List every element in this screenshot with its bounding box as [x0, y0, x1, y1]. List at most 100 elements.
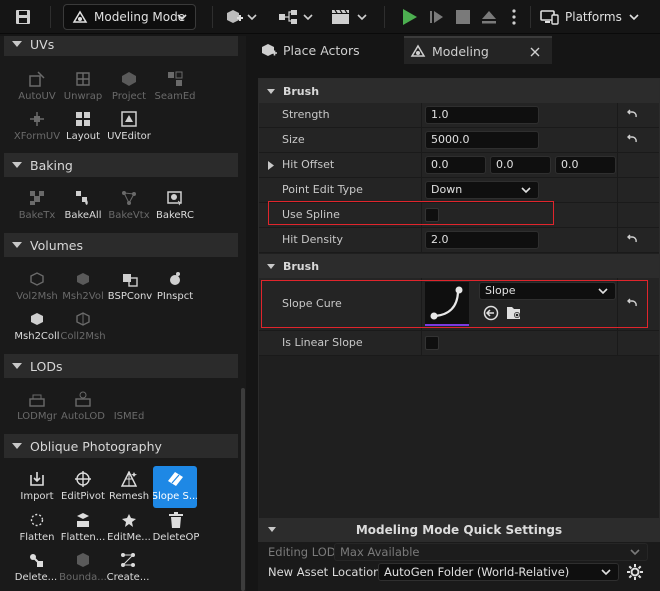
reset-icon[interactable] [626, 234, 638, 246]
tool-bspconv[interactable]: BSPConv [104, 268, 156, 308]
reset-icon[interactable] [626, 109, 638, 121]
slope-curve-dropdown[interactable]: Slope [479, 282, 616, 300]
category-oblique-photography[interactable]: Oblique Photography [4, 434, 238, 458]
editing-lod-dropdown[interactable]: Max Available [334, 543, 648, 561]
tool-remesh[interactable]: Remesh [106, 468, 152, 508]
tool-pinspct[interactable]: PInspct [152, 268, 198, 308]
hit-offset-z-input[interactable]: 0.0 [555, 156, 616, 174]
size-input[interactable]: 5000.0 [425, 131, 539, 149]
tool-autolod[interactable]: AutoLOD [60, 388, 106, 428]
tool-project[interactable]: Project [106, 68, 152, 108]
tool-label: Msh2Vol [62, 291, 104, 302]
tool-editpivot[interactable]: EditPivot [58, 468, 108, 508]
section-brush[interactable]: Brush [259, 79, 659, 103]
row-strength: Strength 1.0 [259, 103, 659, 128]
tool-bakeall[interactable]: BakeAll [60, 187, 106, 227]
browse-asset-icon[interactable] [506, 305, 522, 321]
category-baking[interactable]: Baking [4, 153, 238, 177]
property-label: Hit Offset [282, 158, 335, 171]
tool-boundary[interactable]: Bounda... [58, 549, 108, 589]
tool-label: DeleteOP [152, 532, 200, 543]
new-asset-location-dropdown[interactable]: AutoGen Folder (World-Relative) [378, 563, 619, 581]
quick-settings-header[interactable]: Modeling Mode Quick Settings [258, 518, 660, 542]
tool-bakevtx[interactable]: BakeVtx [106, 187, 152, 227]
category-volumes[interactable]: Volumes [4, 233, 238, 257]
tool-msh2vol[interactable]: Msh2Vol [58, 268, 108, 308]
tab-place-actors[interactable]: Place Actors [258, 36, 396, 64]
expand-arrow-icon[interactable] [268, 161, 274, 170]
category-label: LODs [30, 358, 63, 374]
tool-ismed[interactable]: ISMEd [106, 388, 152, 428]
tool-layout[interactable]: Layout [60, 108, 106, 148]
curve-thumbnail[interactable] [425, 282, 469, 326]
point-edit-type-dropdown[interactable]: Down [425, 181, 539, 199]
tool-editmesh[interactable]: EditMe... [106, 509, 152, 549]
tool-import[interactable]: Import [14, 468, 60, 508]
tool-flatten[interactable]: Flatten [14, 509, 60, 549]
tool-lodmgr[interactable]: LODMgr [14, 388, 60, 428]
platforms-button[interactable]: Platforms [540, 4, 656, 30]
tool-unwrap[interactable]: Unwrap [60, 68, 106, 108]
property-label: Strength [282, 108, 330, 121]
tool-baketx[interactable]: BakeTx [14, 187, 60, 227]
hit-density-input[interactable]: 2.0 [425, 231, 539, 249]
section-brush-2[interactable]: Brush [259, 254, 659, 278]
tool-xformuv[interactable]: XFormUV [12, 108, 62, 148]
autouv-icon [28, 70, 46, 88]
more-options-icon[interactable] [506, 7, 522, 27]
property-label: Size [282, 133, 305, 146]
row-hit-offset: Hit Offset 0.0 0.0 0.0 [259, 153, 659, 178]
skip-icon[interactable] [426, 7, 448, 27]
bake-vertex-icon [120, 189, 138, 207]
unwrap-icon [74, 70, 92, 88]
separator [212, 6, 213, 28]
tool-uveditor[interactable]: UVEditor [104, 108, 154, 148]
category-uvs[interactable]: UVs [4, 36, 238, 56]
edit-mesh-icon [120, 511, 138, 529]
tab-label: Place Actors [283, 42, 360, 58]
add-actor-button[interactable] [222, 6, 260, 28]
hit-offset-y-input[interactable]: 0.0 [490, 156, 551, 174]
tab-modeling[interactable]: Modeling [404, 36, 552, 64]
physics-inspect-icon [166, 270, 184, 288]
tool-label: EditMe... [107, 532, 151, 543]
use-spline-checkbox[interactable] [425, 208, 439, 222]
category-lods[interactable]: LODs [4, 354, 238, 378]
save-icon[interactable] [12, 7, 34, 27]
property-label: Hit Density [282, 233, 343, 246]
cinematics-button[interactable] [328, 6, 370, 28]
scrollbar-thumb[interactable] [241, 388, 245, 591]
property-label: Is Linear Slope [282, 336, 363, 349]
reset-icon[interactable] [626, 298, 638, 310]
close-icon[interactable] [530, 45, 540, 60]
tool-label: UVEditor [107, 131, 151, 142]
strength-input[interactable]: 1.0 [425, 106, 539, 124]
section-title: Modeling Mode Quick Settings [355, 523, 563, 537]
gear-icon[interactable] [627, 564, 643, 580]
tab-bar: Place Actors Modeling [250, 36, 660, 64]
tool-delete[interactable]: Delete... [12, 549, 60, 589]
tool-coll2msh[interactable]: Coll2Msh [58, 308, 108, 348]
tool-create[interactable]: Create... [104, 549, 152, 589]
eject-icon[interactable] [478, 7, 500, 27]
tool-flatten-more[interactable]: Flatten... [58, 509, 108, 549]
tool-autouv[interactable]: AutoUV [14, 68, 60, 108]
mode-selector[interactable]: Modeling Mode [63, 4, 196, 30]
reset-icon[interactable] [626, 134, 638, 146]
tool-seamed[interactable]: SeamEd [152, 68, 198, 108]
stop-icon[interactable] [452, 7, 474, 27]
hit-offset-x-input[interactable]: 0.0 [425, 156, 486, 174]
chevron-down-icon [177, 14, 187, 21]
palette-scrollbar[interactable] [240, 36, 246, 591]
tool-slope-selected[interactable]: Slope S... [153, 466, 197, 508]
property-label: Slope Cure [282, 297, 342, 310]
tool-msh2coll[interactable]: Msh2Coll [12, 308, 62, 348]
linear-slope-checkbox[interactable] [425, 336, 439, 350]
blueprint-button[interactable] [276, 6, 316, 28]
play-icon[interactable] [396, 5, 422, 29]
tool-deleteop[interactable]: DeleteOP [152, 509, 200, 549]
tool-vol2msh[interactable]: Vol2Msh [12, 268, 62, 308]
tool-label: AutoUV [18, 91, 56, 102]
tool-bakerc[interactable]: BakeRC [152, 187, 198, 227]
use-selected-icon[interactable] [483, 305, 499, 321]
